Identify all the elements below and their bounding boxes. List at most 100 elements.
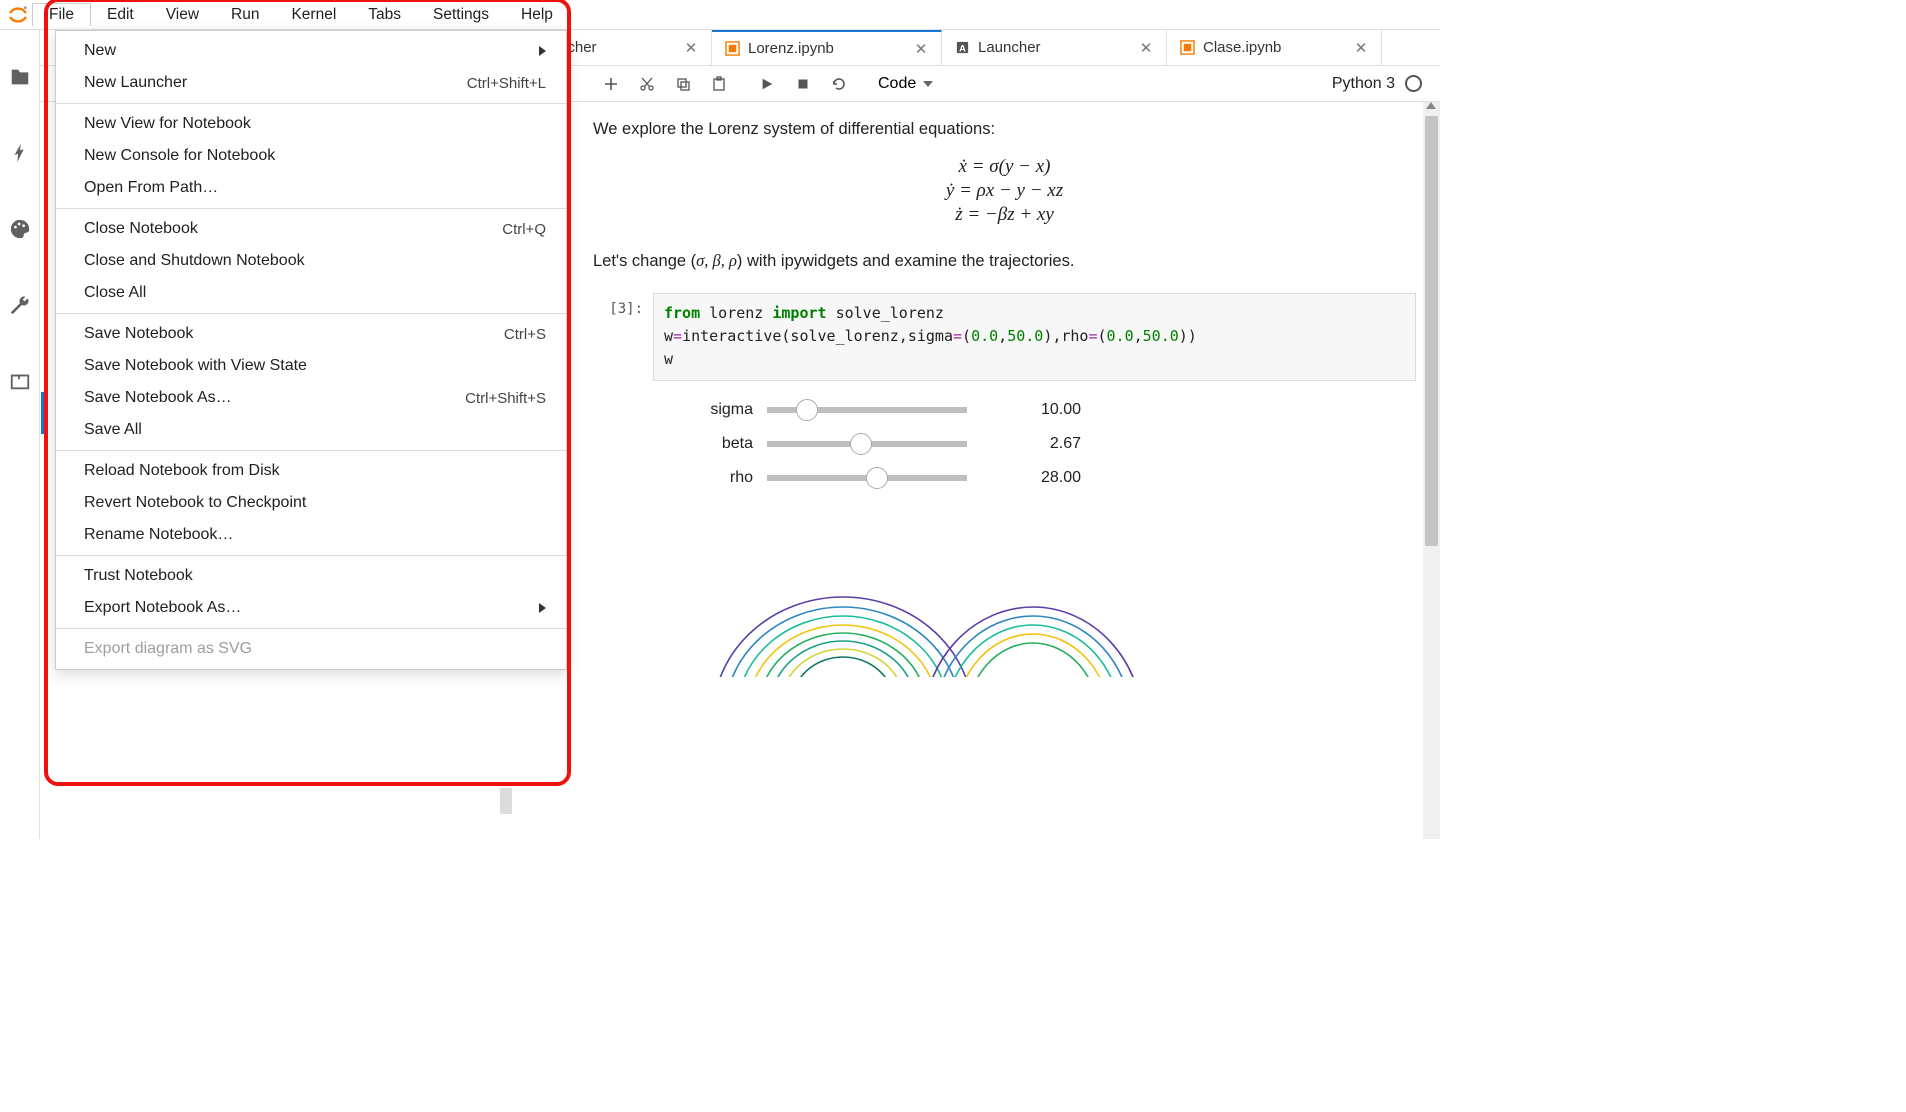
slider-thumb[interactable] — [866, 467, 888, 489]
code-cell[interactable]: [3]: from lorenz import solve_lorenz w=i… — [593, 293, 1416, 381]
menu-separator — [56, 628, 566, 629]
widget-label: sigma — [653, 401, 753, 419]
menu-reload-notebook[interactable]: Reload Notebook from Disk — [56, 455, 566, 487]
menu-save-notebook[interactable]: Save NotebookCtrl+S — [56, 318, 566, 350]
slider-thumb[interactable] — [850, 433, 872, 455]
cut-icon[interactable] — [630, 69, 664, 99]
svg-text:A: A — [959, 43, 966, 53]
slider-sigma[interactable] — [767, 407, 967, 413]
widget-sigma: sigma 10.00 — [653, 401, 1416, 419]
shortcut: Ctrl+Shift+L — [467, 75, 546, 92]
close-icon[interactable]: ✕ — [1138, 39, 1154, 57]
panel-drag-handle[interactable] — [500, 788, 512, 814]
tabs-icon[interactable] — [8, 369, 32, 393]
menu-separator — [56, 313, 566, 314]
menu-tabs[interactable]: Tabs — [352, 4, 417, 26]
shortcut: Ctrl+Q — [502, 221, 546, 238]
active-file-marker — [41, 392, 46, 434]
file-menu-dropdown: New New LauncherCtrl+Shift+L New View fo… — [55, 30, 567, 670]
tab-launcher-1[interactable]: Launcher ✕ — [552, 30, 712, 65]
menu-export-diagram-svg: Export diagram as SVG — [56, 633, 566, 665]
menu-trust-notebook[interactable]: Trust Notebook — [56, 560, 566, 592]
cell-prompt: [3]: — [593, 293, 653, 381]
menu-new-launcher[interactable]: New LauncherCtrl+Shift+L — [56, 67, 566, 99]
tab-clase[interactable]: Clase.ipynb ✕ — [1167, 30, 1382, 65]
menu-new-console-notebook[interactable]: New Console for Notebook — [56, 140, 566, 172]
close-icon[interactable]: ✕ — [1353, 39, 1369, 57]
slider-rho[interactable] — [767, 475, 967, 481]
menu-kernel[interactable]: Kernel — [275, 4, 352, 26]
menubar: File Edit View Run Kernel Tabs Settings … — [0, 0, 1440, 30]
menu-settings[interactable]: Settings — [417, 4, 505, 26]
slider-thumb[interactable] — [796, 399, 818, 421]
menu-export-notebook[interactable]: Export Notebook As… — [56, 592, 566, 624]
tab-label: Launcher — [978, 39, 1041, 56]
menu-close-notebook[interactable]: Close NotebookCtrl+Q — [56, 213, 566, 245]
menu-save-view-state[interactable]: Save Notebook with View State — [56, 350, 566, 382]
menu-help[interactable]: Help — [505, 4, 569, 26]
menu-run[interactable]: Run — [215, 4, 275, 26]
menu-edit[interactable]: Edit — [91, 4, 150, 26]
menu-new[interactable]: New — [56, 35, 566, 67]
menu-separator — [56, 450, 566, 451]
menu-new-view-notebook[interactable]: New View for Notebook — [56, 108, 566, 140]
slider-beta[interactable] — [767, 441, 967, 447]
menu-save-as[interactable]: Save Notebook As…Ctrl+Shift+S — [56, 382, 566, 414]
palette-icon[interactable] — [8, 217, 32, 241]
code-input[interactable]: from lorenz import solve_lorenz w=intera… — [653, 293, 1416, 381]
menu-rename-notebook[interactable]: Rename Notebook… — [56, 519, 566, 551]
markdown-intro: We explore the Lorenz system of differen… — [593, 116, 1416, 142]
menu-close-all[interactable]: Close All — [56, 277, 566, 309]
activity-bar — [0, 30, 40, 839]
notebook-icon — [724, 41, 740, 57]
app-root: File Edit View Run Kernel Tabs Settings … — [0, 0, 1440, 839]
text-icon: A — [954, 40, 970, 56]
close-icon[interactable]: ✕ — [683, 39, 699, 57]
menu-file[interactable]: File — [32, 3, 91, 26]
widget-beta: beta 2.67 — [653, 435, 1416, 453]
scrollbar[interactable] — [1423, 102, 1440, 839]
markdown-intro2: Let's change (σ, β, ρ) with ipywidgets a… — [593, 248, 1416, 274]
equation-line: ẋ = σ(y − x) — [593, 156, 1416, 178]
chevron-right-icon — [539, 603, 546, 613]
add-cell-icon[interactable] — [594, 69, 628, 99]
stop-icon[interactable] — [786, 69, 820, 99]
wrench-icon[interactable] — [8, 293, 32, 317]
menu-close-shutdown[interactable]: Close and Shutdown Notebook — [56, 245, 566, 277]
notebook-toolbar: Code Python 3 — [552, 69, 1440, 99]
widget-rho: rho 28.00 — [653, 469, 1416, 487]
tab-lorenz[interactable]: Lorenz.ipynb ✕ — [712, 30, 942, 65]
notebook-icon — [1179, 40, 1195, 56]
shortcut: Ctrl+Shift+S — [465, 390, 546, 407]
widget-value: 10.00 — [1001, 401, 1081, 419]
running-icon[interactable] — [8, 141, 32, 165]
menu-open-from-path[interactable]: Open From Path… — [56, 172, 566, 204]
ipywidgets-output: sigma 10.00 beta 2.67 rho 28.00 — [653, 401, 1416, 487]
run-icon[interactable] — [750, 69, 784, 99]
equation-line: ż = −βz + xy — [593, 204, 1416, 226]
widget-value: 28.00 — [1001, 469, 1081, 487]
tab-label: Lorenz.ipynb — [748, 40, 834, 57]
menu-view[interactable]: View — [150, 4, 215, 26]
menu-save-all[interactable]: Save All — [56, 414, 566, 446]
equation-line: ẏ = ρx − y − xz — [593, 180, 1416, 202]
lorenz-plot — [693, 537, 1153, 677]
folder-icon[interactable] — [8, 65, 32, 89]
widget-value: 2.67 — [1001, 435, 1081, 453]
jupyter-logo — [4, 1, 32, 29]
menu-separator — [56, 103, 566, 104]
widget-label: rho — [653, 469, 753, 487]
kernel-idle-icon[interactable] — [1405, 75, 1422, 92]
copy-icon[interactable] — [666, 69, 700, 99]
cell-type-select[interactable]: Code — [858, 73, 939, 94]
restart-icon[interactable] — [822, 69, 856, 99]
menu-separator — [56, 555, 566, 556]
scrollbar-thumb[interactable] — [1425, 116, 1438, 546]
markdown-equations: ẋ = σ(y − x) ẏ = ρx − y − xz ż = −βz + x… — [593, 156, 1416, 226]
chevron-right-icon — [539, 46, 546, 56]
paste-icon[interactable] — [702, 69, 736, 99]
menu-revert-checkpoint[interactable]: Revert Notebook to Checkpoint — [56, 487, 566, 519]
close-icon[interactable]: ✕ — [913, 40, 929, 58]
kernel-name[interactable]: Python 3 — [1332, 75, 1395, 93]
tab-launcher-2[interactable]: A Launcher ✕ — [942, 30, 1167, 65]
